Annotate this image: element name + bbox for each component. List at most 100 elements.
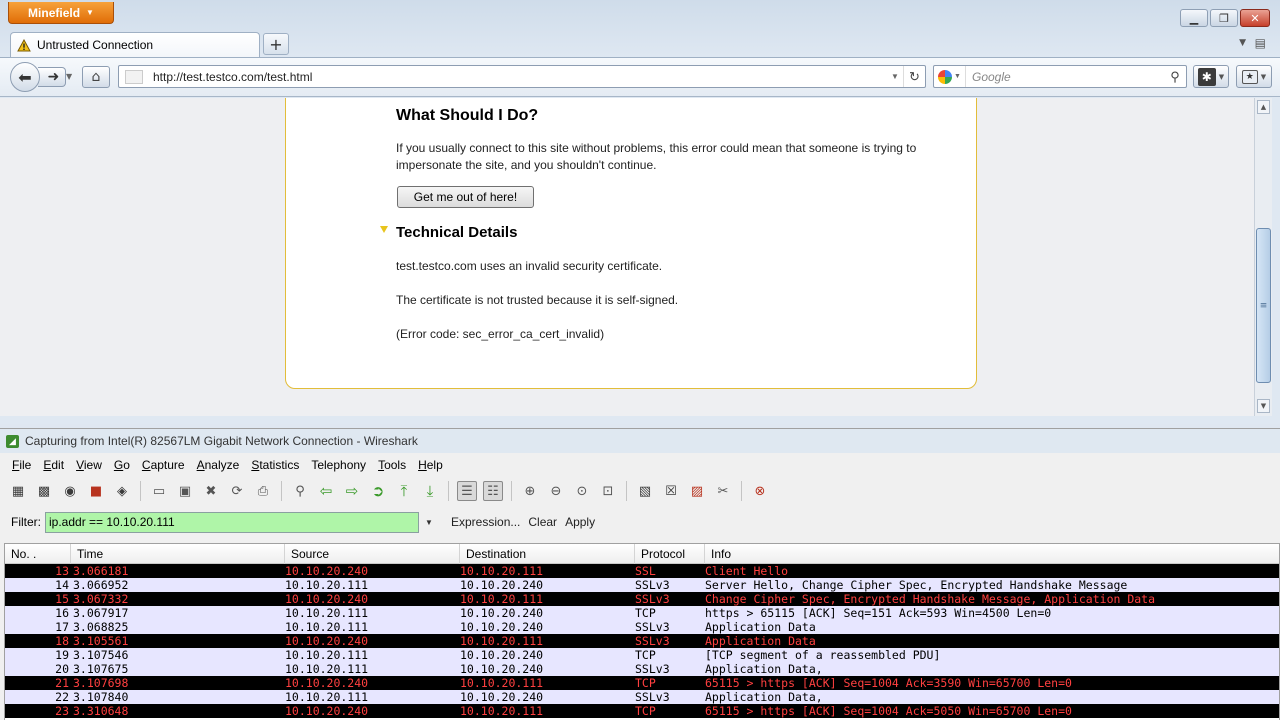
history-dropdown[interactable]: ▼ xyxy=(66,72,72,81)
menu-view[interactable]: View xyxy=(70,458,108,472)
chevron-down-icon: ▼ xyxy=(954,73,961,80)
zoom-out-icon[interactable]: ⊖ xyxy=(546,481,566,501)
go-back-icon[interactable]: ⇦ xyxy=(316,481,336,501)
bookmarks-button[interactable]: ★ ▼ xyxy=(1236,65,1272,88)
tab-untrusted-connection[interactable]: Untrusted Connection xyxy=(10,32,260,57)
table-row[interactable]: 13 3.066181 10.10.20.240 10.10.20.111 SSL Cli… xyxy=(5,564,1279,578)
menu-telephony[interactable]: Telephony xyxy=(305,458,372,472)
addon-button[interactable]: ✱ ▼ xyxy=(1193,65,1229,88)
close-button[interactable]: ✕ xyxy=(1240,9,1270,27)
scroll-down-button[interactable]: ▼ xyxy=(1257,399,1270,413)
menu-edit[interactable]: Edit xyxy=(37,458,70,472)
find-packet-icon[interactable]: ⚲ xyxy=(290,481,310,501)
table-row[interactable]: 15 3.067332 10.10.20.240 10.10.20.111 SSLv3 C… xyxy=(5,592,1279,606)
column-header-destination[interactable]: Destination xyxy=(460,544,635,564)
start-capture-icon[interactable]: ◉ xyxy=(60,481,80,501)
table-row[interactable]: 21 3.107698 10.10.20.240 10.10.20.111 TCP 651… xyxy=(5,676,1279,690)
column-header-info[interactable]: Info xyxy=(705,544,1279,564)
save-file-icon[interactable]: ▣ xyxy=(175,481,195,501)
colorize-icon[interactable]: ☰ xyxy=(457,481,477,501)
preferences-icon[interactable]: ✂ xyxy=(713,481,733,501)
go-to-packet-icon[interactable]: ➲ xyxy=(368,481,388,501)
menu-file[interactable]: File xyxy=(6,458,37,472)
table-row[interactable]: 20 3.107675 10.10.20.111 10.10.20.240 SSLv3 A… xyxy=(5,662,1279,676)
reload-button[interactable]: ↻ xyxy=(903,66,925,87)
packet-number: 21 xyxy=(55,676,69,690)
menu-statistics[interactable]: Statistics xyxy=(245,458,305,472)
go-last-icon[interactable]: ⤓ xyxy=(420,481,440,501)
tab-list-button[interactable]: ▼ xyxy=(1239,38,1246,48)
table-row[interactable]: 17 3.068825 10.10.20.111 10.10.20.240 SSLv3 A… xyxy=(5,620,1279,634)
packet-number: 16 xyxy=(55,606,69,620)
search-bar[interactable]: ▼ Google ⚲ xyxy=(933,65,1187,88)
stop-capture-icon[interactable]: ■ xyxy=(86,481,106,501)
tab-groups-button[interactable]: ▤ xyxy=(1255,36,1266,50)
technical-details-heading[interactable]: Technical Details xyxy=(396,224,517,241)
zoom-normal-icon[interactable]: ⊙ xyxy=(572,481,592,501)
clear-filter-button[interactable]: Clear xyxy=(528,515,557,529)
expression-button[interactable]: Expression... xyxy=(451,515,520,529)
apply-filter-button[interactable]: Apply xyxy=(565,515,595,529)
chevron-down-icon[interactable]: ▼ xyxy=(425,518,443,527)
go-first-icon[interactable]: ⤒ xyxy=(394,481,414,501)
get-me-out-button[interactable]: Get me out of here! xyxy=(397,186,534,208)
resize-columns-icon[interactable]: ⊡ xyxy=(598,481,618,501)
capture-filters-icon[interactable]: ▧ xyxy=(635,481,655,501)
forward-button[interactable]: ➜ xyxy=(38,67,66,87)
table-row[interactable]: 23 3.310648 10.10.20.240 10.10.20.111 TCP 651… xyxy=(5,704,1279,718)
print-icon[interactable]: ⎙ xyxy=(253,481,273,501)
restart-capture-icon[interactable]: ◈ xyxy=(112,481,132,501)
packet-protocol: SSLv3 xyxy=(635,620,670,634)
column-header-no[interactable]: No. . xyxy=(5,544,71,564)
close-file-icon[interactable]: ✖ xyxy=(201,481,221,501)
interfaces-icon[interactable]: ▦ xyxy=(8,481,28,501)
go-forward-icon[interactable]: ⇨ xyxy=(342,481,362,501)
menu-tools[interactable]: Tools xyxy=(372,458,412,472)
packet-source: 10.10.20.111 xyxy=(285,606,369,620)
column-header-protocol[interactable]: Protocol xyxy=(635,544,705,564)
packet-protocol: TCP xyxy=(635,704,656,718)
back-button[interactable]: ⬅ xyxy=(10,62,40,92)
table-row[interactable]: 14 3.066952 10.10.20.111 10.10.20.240 SSLv3 S… xyxy=(5,578,1279,592)
home-button[interactable]: ⌂ xyxy=(82,66,110,88)
minimize-button[interactable]: ▁ xyxy=(1180,9,1208,27)
packet-destination: 10.10.20.111 xyxy=(460,676,544,690)
url-bar[interactable]: http://test.testco.com/test.html ▼ ↻ xyxy=(118,65,926,88)
column-header-time[interactable]: Time xyxy=(71,544,285,564)
display-filters-icon[interactable]: ☒ xyxy=(661,481,681,501)
table-row[interactable]: 18 3.105561 10.10.20.240 10.10.20.111 SSLv3 A… xyxy=(5,634,1279,648)
menu-go[interactable]: Go xyxy=(108,458,136,472)
capture-options-icon[interactable]: ▩ xyxy=(34,481,54,501)
display-filter-input[interactable]: ip.addr == 10.10.20.111 xyxy=(45,511,419,533)
column-header-source[interactable]: Source xyxy=(285,544,460,564)
packet-source: 10.10.20.111 xyxy=(285,662,369,676)
menu-capture[interactable]: Capture xyxy=(136,458,191,472)
table-row[interactable]: 16 3.067917 10.10.20.111 10.10.20.240 TCP htt… xyxy=(5,606,1279,620)
new-tab-button[interactable]: + xyxy=(263,33,289,55)
packet-time: 3.067917 xyxy=(73,606,129,620)
zoom-in-icon[interactable]: ⊕ xyxy=(520,481,540,501)
scroll-up-button[interactable]: ▲ xyxy=(1257,100,1270,114)
table-row[interactable]: 19 3.107546 10.10.20.111 10.10.20.240 TCP [TC… xyxy=(5,648,1279,662)
vertical-scrollbar[interactable]: ▲ ≡ ▼ xyxy=(1254,98,1272,416)
menu-help[interactable]: Help xyxy=(412,458,449,472)
search-icon[interactable]: ⚲ xyxy=(1164,69,1186,85)
packet-list[interactable]: No. . Time Source Destination Protocol I… xyxy=(4,543,1280,720)
search-engine-button[interactable]: ▼ xyxy=(934,66,966,87)
maximize-button[interactable]: ❐ xyxy=(1210,9,1238,27)
url-history-dropdown[interactable]: ▼ xyxy=(887,72,903,81)
scroll-thumb[interactable]: ≡ xyxy=(1256,228,1271,383)
coloring-rules-icon[interactable]: ▨ xyxy=(687,481,707,501)
search-input[interactable]: Google xyxy=(966,70,1164,84)
app-menu-button[interactable]: Minefield ▼ xyxy=(8,2,114,24)
reload-icon[interactable]: ⟳ xyxy=(227,481,247,501)
help-icon[interactable]: ⊗ xyxy=(750,481,770,501)
close-icon: ✕ xyxy=(1250,11,1260,25)
table-row[interactable]: 22 3.107840 10.10.20.111 10.10.20.240 SSLv3 A… xyxy=(5,690,1279,704)
menu-analyze[interactable]: Analyze xyxy=(191,458,246,472)
expand-triangle-icon[interactable] xyxy=(380,226,388,233)
packet-protocol: SSL xyxy=(635,564,656,578)
url-input[interactable]: http://test.testco.com/test.html xyxy=(153,70,887,84)
open-file-icon[interactable]: ▭ xyxy=(149,481,169,501)
auto-scroll-icon[interactable]: ☷ xyxy=(483,481,503,501)
